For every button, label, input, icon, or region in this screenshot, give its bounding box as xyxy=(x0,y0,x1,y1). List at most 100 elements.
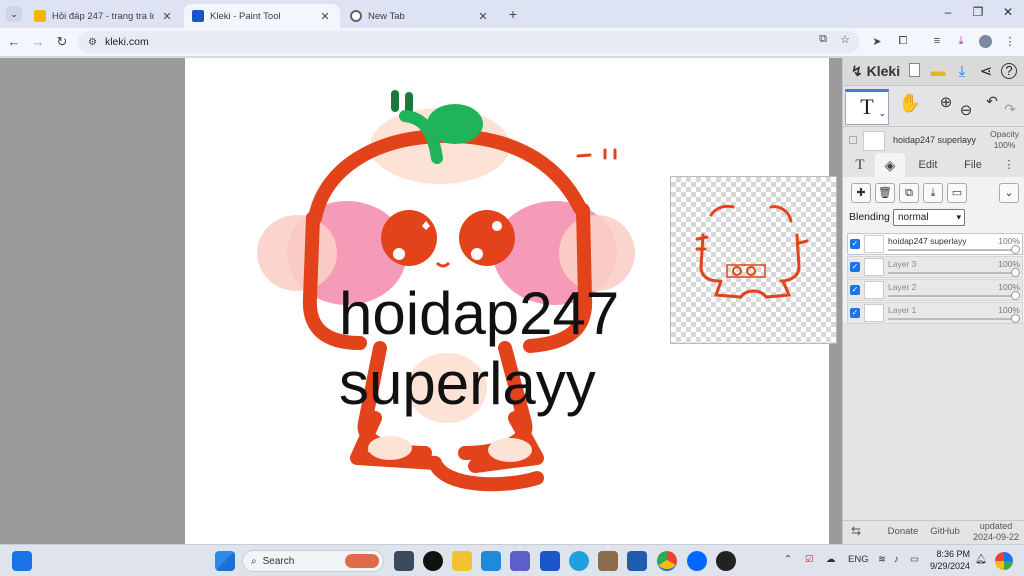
layer-visible-checkbox[interactable]: ✓ xyxy=(850,239,860,249)
layer-visible-checkbox[interactable]: ✓ xyxy=(850,308,860,318)
notification-bell-icon[interactable]: 🔔︎ xyxy=(975,554,987,565)
site-info-icon[interactable]: ⚙ xyxy=(88,37,97,48)
taskbar-search[interactable]: ⌕ Search xyxy=(242,550,384,572)
layer-row[interactable]: ✓ hoidap247 superlayy 100% xyxy=(847,233,1023,255)
duplicate-layer-button[interactable]: ⧉ xyxy=(899,183,919,203)
kleki-app-icon[interactable] xyxy=(540,551,560,571)
tool-options-chevron-icon: ⌄ xyxy=(878,108,886,118)
language-indicator[interactable]: ENG xyxy=(848,554,869,565)
close-tab-icon[interactable]: ✕ xyxy=(318,10,332,23)
battery-icon[interactable]: ▭ xyxy=(910,554,919,565)
add-layer-button[interactable]: ✚ xyxy=(851,183,871,203)
open-in-app-icon[interactable]: ⧉ xyxy=(816,33,830,46)
file-explorer-icon[interactable] xyxy=(452,551,472,571)
tab-kleki[interactable]: Kleki - Paint Tool ✕ xyxy=(184,4,340,28)
zalo-icon[interactable] xyxy=(687,551,707,571)
cursor-extension-icon[interactable]: ➤ xyxy=(870,35,884,48)
layers-expand-chevron-icon[interactable]: ⌄ xyxy=(999,183,1019,203)
wifi-icon[interactable]: ≋ xyxy=(878,554,886,565)
github-link[interactable]: GitHub xyxy=(929,526,961,537)
tab-new-tab[interactable]: New Tab ✕ xyxy=(342,4,498,28)
tab-hoidap[interactable]: Hỏi đáp 247 - trang tra loi ✕ xyxy=(26,4,182,28)
donate-link[interactable]: Donate xyxy=(887,526,919,537)
layer-row[interactable]: ✓ Layer 2 100% xyxy=(847,279,1023,301)
forward-icon[interactable]: → xyxy=(30,34,46,49)
microsoft-store-icon[interactable] xyxy=(627,551,647,571)
opacity-label: Opacity xyxy=(990,129,1019,139)
kleki-logo[interactable]: ↯ Kleki xyxy=(851,63,900,80)
photo-app-icon[interactable] xyxy=(598,551,618,571)
updated-info[interactable]: updated 2024-09-22 xyxy=(971,521,1021,543)
tab-edit[interactable]: Edit xyxy=(907,153,949,177)
store-app-icon[interactable] xyxy=(481,551,501,571)
media-player-icon[interactable] xyxy=(716,551,736,571)
kleki-brand-text: Kleki xyxy=(866,63,901,79)
layer-visible-checkbox[interactable]: ✓ xyxy=(850,285,860,295)
slider-knob[interactable] xyxy=(1011,314,1020,323)
zoom-out-icon[interactable]: ⊖ xyxy=(953,101,979,119)
back-icon[interactable]: ← xyxy=(6,34,22,49)
close-tab-icon[interactable]: ✕ xyxy=(476,10,490,23)
layer-thumbnail xyxy=(864,258,884,276)
tray-overflow-chevron-icon[interactable]: ⌃ xyxy=(784,554,792,565)
save-download-icon[interactable]: ⤓ xyxy=(953,63,971,81)
chrome-icon[interactable] xyxy=(657,551,677,571)
layer-opacity-slider[interactable] xyxy=(888,314,1020,323)
minimize-icon[interactable]: – xyxy=(940,5,956,19)
download-icon[interactable]: ⤓ xyxy=(954,35,968,48)
antivirus-tray-icon[interactable]: ☑ xyxy=(805,554,814,565)
tab-file[interactable]: File xyxy=(953,153,993,177)
extensions-puzzle-icon[interactable]: ⧠ xyxy=(896,35,910,48)
hand-tool-icon[interactable]: ✋ xyxy=(897,93,923,114)
task-view-icon[interactable] xyxy=(394,551,414,571)
volume-icon[interactable]: ♪ xyxy=(894,554,899,565)
copilot-icon[interactable] xyxy=(995,552,1013,570)
layer-name: Layer 3 xyxy=(888,259,917,269)
layer-rename-button[interactable]: ▭ xyxy=(947,183,967,203)
more-options-icon[interactable]: ⋮ xyxy=(999,153,1019,177)
bookmark-star-icon[interactable]: ☆ xyxy=(838,33,852,46)
slider-knob[interactable] xyxy=(1011,291,1020,300)
tab-title: Hỏi đáp 247 - trang tra loi xyxy=(52,10,154,22)
layer-opacity-slider[interactable] xyxy=(888,291,1020,300)
delete-layer-button[interactable]: 🗑 xyxy=(875,183,895,203)
windows-start-icon[interactable] xyxy=(215,551,235,571)
layer-row[interactable]: ✓ Layer 3 100% xyxy=(847,256,1023,278)
merge-down-button[interactable]: ⤓ xyxy=(923,183,943,203)
profile-avatar[interactable] xyxy=(978,35,992,51)
layer-row[interactable]: ✓ Layer 1 100% xyxy=(847,302,1023,324)
current-layer-checkbox[interactable] xyxy=(849,136,857,144)
restore-icon[interactable]: ❐ xyxy=(970,5,986,19)
canvas-text-line-1: hoidap247 xyxy=(339,280,620,347)
edge-icon[interactable] xyxy=(569,551,589,571)
swap-sides-icon[interactable]: ⇆ xyxy=(851,524,861,538)
layer-opacity-slider[interactable] xyxy=(888,268,1020,277)
slider-knob[interactable] xyxy=(1011,268,1020,277)
redo-icon[interactable]: ↷ xyxy=(997,101,1023,118)
layer-opacity-slider[interactable] xyxy=(888,245,1020,254)
widgets-icon[interactable] xyxy=(12,551,32,571)
open-folder-icon[interactable]: ▬ xyxy=(929,63,947,81)
blending-select[interactable]: normal xyxy=(893,209,965,226)
tab-tool-settings[interactable]: T xyxy=(847,153,873,177)
new-image-icon[interactable] xyxy=(905,63,923,81)
tab-layers[interactable]: ◈ xyxy=(875,153,905,177)
slider-knob[interactable] xyxy=(1011,245,1020,254)
text-tool-button[interactable]: T ⌄ xyxy=(845,89,889,125)
layer-visible-checkbox[interactable]: ✓ xyxy=(850,262,860,272)
media-queue-icon[interactable]: ≡ xyxy=(930,35,944,47)
reload-icon[interactable]: ↻ xyxy=(54,34,70,50)
menu-kebab-icon[interactable]: ⋮ xyxy=(1003,35,1017,48)
tab-search-chevron-icon[interactable]: ⌄ xyxy=(6,6,22,22)
help-icon[interactable]: ? xyxy=(1001,63,1017,79)
new-tab-plus-icon[interactable]: + xyxy=(505,6,521,22)
tiktok-icon[interactable] xyxy=(423,551,443,571)
close-window-icon[interactable]: ✕ xyxy=(1000,5,1016,19)
cloud-tray-icon[interactable]: ☁ xyxy=(826,554,836,565)
close-tab-icon[interactable]: ✕ xyxy=(160,10,174,23)
share-icon[interactable]: ⋖ xyxy=(977,63,995,81)
teams-icon[interactable] xyxy=(510,551,530,571)
address-bar[interactable]: ⚙ kleki.com xyxy=(78,31,860,53)
taskbar-clock[interactable]: 8:36 PM 9/29/2024 xyxy=(930,548,970,572)
canvas-text-line-2: superlayy xyxy=(339,350,596,417)
